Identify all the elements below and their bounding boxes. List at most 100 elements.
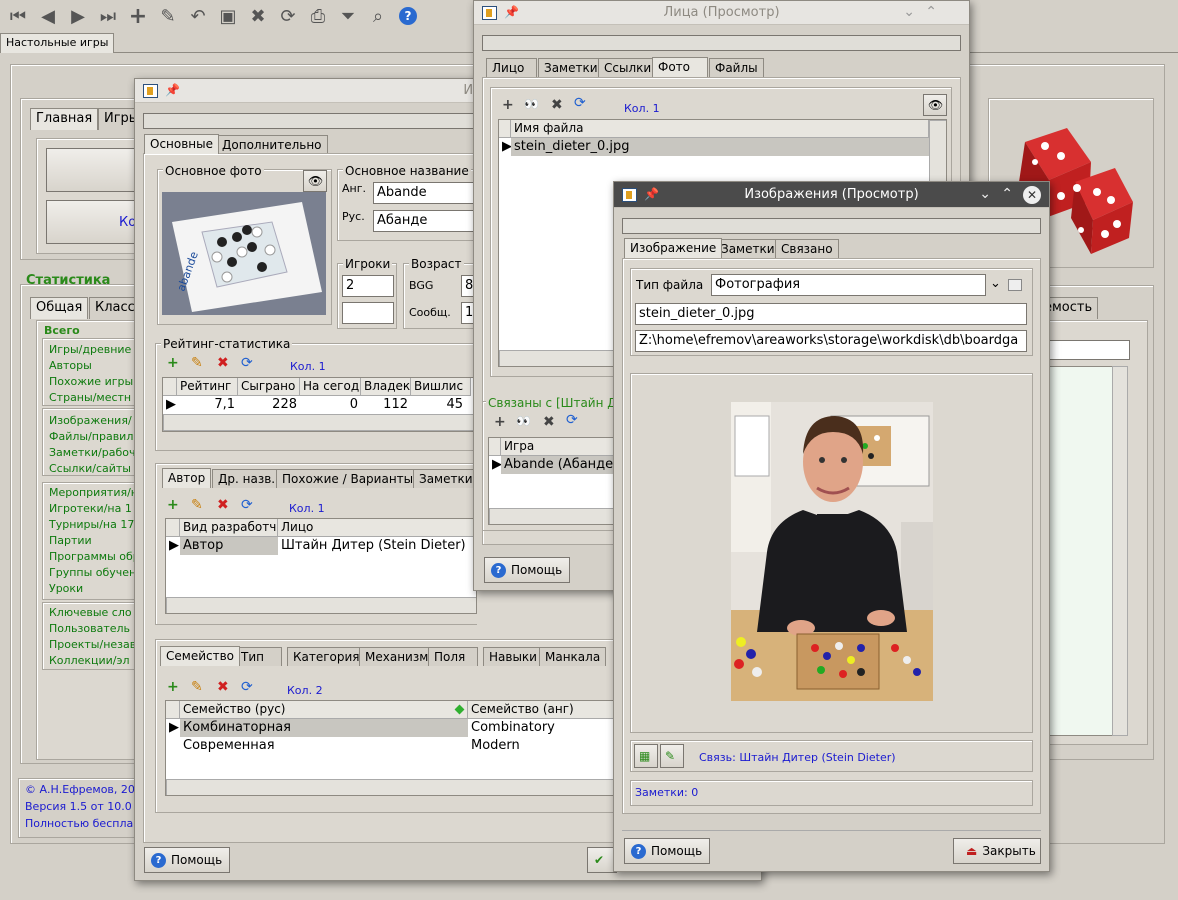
link-tournaments[interactable]: Турниры/на 17 [49, 518, 134, 531]
played-value[interactable]: 228 [238, 396, 300, 414]
close-icon[interactable]: ✕ [1023, 186, 1041, 204]
rating-value[interactable]: 7,1 [177, 396, 238, 414]
minimize-icon[interactable]: ⌄ [979, 186, 991, 202]
grid-view-button[interactable]: ▦ [634, 744, 658, 768]
link-collections[interactable]: Коллекции/эл [49, 654, 130, 667]
link-keywords[interactable]: Ключевые сло [49, 606, 132, 619]
family-rus-value[interactable]: Современная [180, 737, 468, 755]
filepath-field[interactable]: Z:\home\efremov\areaworks\storage\workdi… [635, 330, 1027, 352]
col-rating[interactable]: Рейтинг [177, 378, 238, 396]
view-icon[interactable]: 👀 [516, 414, 531, 428]
chevron-down-icon[interactable]: ⌄ [990, 276, 1001, 291]
link-images[interactable]: Изображения/ [49, 414, 132, 427]
tab-additional[interactable]: Дополнительно [216, 135, 328, 154]
refresh-icon[interactable]: ⟳ [274, 2, 302, 30]
view-photo-button[interactable]: 👁 [303, 170, 327, 192]
link-lessons[interactable]: Уроки [49, 582, 83, 595]
tab-main[interactable]: Главная [30, 108, 99, 130]
delete-icon[interactable]: ✖ [551, 97, 563, 113]
wishlist-value[interactable]: 45 [411, 396, 466, 414]
add-icon[interactable]: + [502, 97, 514, 113]
tab-photo[interactable]: Фото [652, 57, 708, 77]
players-max-input[interactable] [342, 302, 394, 324]
tab-files[interactable]: Файлы [709, 58, 764, 77]
col-owners[interactable]: Владек [361, 378, 411, 396]
col-person[interactable]: Лицо [278, 519, 476, 537]
add-icon[interactable]: + [167, 355, 179, 371]
tab-mechanism[interactable]: Механизм [359, 647, 435, 666]
edit-link-button[interactable]: ✎ [660, 744, 684, 768]
right-scrollbar[interactable] [1112, 366, 1128, 736]
persons-help-button[interactable]: ? Помощь [484, 557, 570, 583]
delete-icon[interactable]: ✖ [244, 2, 272, 30]
delete-icon[interactable]: ✖ [543, 414, 555, 430]
tab-notes[interactable]: Заметки [413, 469, 479, 488]
tab-games[interactable]: Игры [98, 108, 138, 130]
maximize-icon[interactable]: ⌃ [925, 4, 937, 20]
maximize-icon[interactable]: ⌃ [1001, 186, 1013, 202]
tab-general[interactable]: Общая [30, 297, 89, 319]
edit-icon[interactable]: ✎ [191, 497, 203, 513]
col-dev-type[interactable]: Вид разработч [180, 519, 278, 537]
link-games[interactable]: Игры/древние [49, 343, 131, 356]
refresh-icon[interactable]: ⟳ [566, 412, 578, 428]
col-wishlist[interactable]: Вишлис [411, 378, 471, 396]
col-today[interactable]: На сегод [300, 378, 361, 396]
tab-skills[interactable]: Навыки [483, 647, 543, 666]
link-users[interactable]: Пользователь [49, 622, 130, 635]
link-files[interactable]: Файлы/правил [49, 430, 133, 443]
col-played[interactable]: Сыграно [238, 378, 300, 396]
family-eng-value[interactable]: Combinatory [468, 719, 614, 737]
edit-icon[interactable]: ✎ [191, 355, 203, 371]
next-icon[interactable]: ▶ [64, 2, 92, 30]
filetype-select[interactable]: Фотография [711, 274, 986, 296]
tab-notes[interactable]: Заметки [538, 58, 604, 77]
tab-notes[interactable]: Заметки [715, 239, 781, 258]
print-icon[interactable]: ⎙ [304, 2, 332, 30]
close-button[interactable]: ⏏ Закрыть [953, 838, 1041, 864]
author-hscroll[interactable] [166, 597, 476, 613]
games-help-button[interactable]: ? Помощь [144, 847, 230, 873]
rating-hscroll[interactable] [163, 414, 476, 431]
tab-similar[interactable]: Похожие / Варианты [276, 469, 420, 488]
link-sites[interactable]: Ссылки/сайты [49, 462, 131, 475]
family-eng-value[interactable]: Modern [468, 737, 614, 755]
link-programs[interactable]: Программы обр [49, 550, 140, 563]
link-events[interactable]: Мероприятия/н [49, 486, 138, 499]
rus-name-input[interactable]: Абанде [373, 210, 477, 232]
family-hscroll[interactable] [166, 779, 614, 795]
filter-icon[interactable]: ⏷ [334, 2, 362, 30]
link-projects[interactable]: Проекты/незав [49, 638, 136, 651]
tab-class[interactable]: Класс [89, 297, 135, 319]
link-groups[interactable]: Группы обучен [49, 566, 136, 579]
minimize-icon[interactable]: ⌄ [903, 4, 915, 20]
tab-author[interactable]: Автор [162, 468, 212, 488]
link-similar[interactable]: Похожие игры [49, 375, 133, 388]
tab-image[interactable]: Изображение [624, 238, 723, 258]
refresh-icon[interactable]: ⟳ [241, 679, 253, 695]
delete-icon[interactable]: ✖ [217, 497, 229, 513]
delete-icon[interactable]: ✖ [217, 355, 229, 371]
bg-button-1[interactable] [46, 148, 146, 192]
bg-button-2[interactable]: Ко [46, 200, 146, 244]
edit-icon[interactable]: ✎ [191, 679, 203, 695]
refresh-icon[interactable]: ⟳ [241, 355, 253, 371]
tab-fields[interactable]: Поля [428, 647, 478, 666]
tab-basic[interactable]: Основные [144, 134, 220, 154]
family-rus-value[interactable]: Комбинаторная [180, 719, 468, 737]
today-value[interactable]: 0 [300, 396, 361, 414]
right-input[interactable] [1044, 340, 1130, 360]
refresh-icon[interactable]: ⟳ [241, 497, 253, 513]
first-icon[interactable]: ⏮ [4, 2, 32, 30]
tab-person[interactable]: Лицо [486, 58, 537, 77]
author-type-value[interactable]: Автор [180, 537, 278, 555]
tab-type[interactable]: Тип [235, 647, 282, 666]
pin-icon[interactable]: 📌 [644, 187, 659, 201]
col-filename[interactable]: Имя файла [511, 120, 929, 138]
tab-family[interactable]: Семейство [160, 646, 240, 666]
view-button[interactable]: 👁 [923, 94, 947, 116]
col-family-rus[interactable]: Семейство (рус) [180, 701, 468, 719]
tab-mancala[interactable]: Манкала [539, 647, 607, 666]
tab-other-names[interactable]: Др. назв. [212, 469, 282, 488]
help-icon[interactable]: ? [394, 2, 422, 30]
